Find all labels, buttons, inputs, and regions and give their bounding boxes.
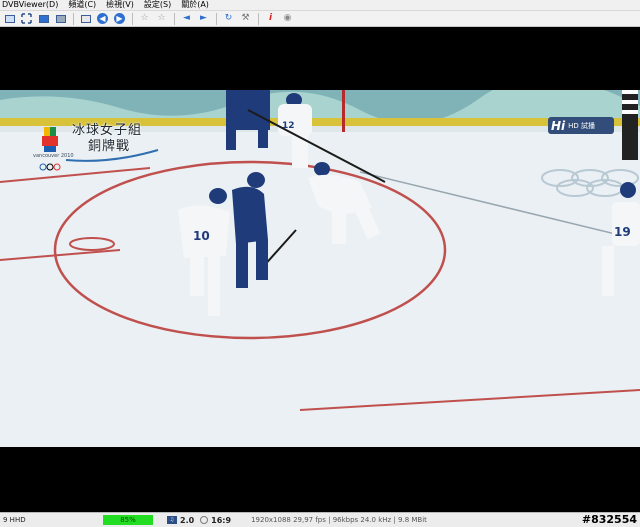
menu-about[interactable]: 關於(A) (181, 0, 209, 10)
video-area[interactable]: 10 19 12 冰球女子組 銅牌戰 vancouver 2010 Hi HD … (0, 27, 640, 512)
dvbviewer-window: DVBViewer(D) 頻道(C) 檢視(V) 設定(S) 關於(A) ◀ ▶… (0, 0, 640, 527)
jersey-number: 12 (282, 121, 295, 131)
audio-channels: 2.0 (180, 515, 195, 525)
tools-icon[interactable]: ⚒ (239, 12, 252, 25)
audio-icon: ♫ (167, 516, 177, 524)
toolbar: ◀ ▶ ☆ ☆ ◄ ► ↻ ⚒ i ◉ (0, 11, 640, 27)
video-frame: 10 19 12 冰球女子組 銅牌戰 vancouver 2010 Hi HD … (0, 90, 640, 447)
menu-settings[interactable]: 設定(S) (144, 0, 171, 10)
toolbar-separator (258, 12, 259, 25)
menu-bar: DVBViewer(D) 頻道(C) 檢視(V) 設定(S) 關於(A) (0, 0, 640, 11)
menu-dvbviewer[interactable]: DVBViewer(D) (2, 0, 58, 10)
volume-up-icon[interactable]: ► (197, 12, 210, 25)
aspect-indicator: 16:9 (200, 516, 231, 525)
channel-logo-sub: HD 試播 (568, 121, 596, 130)
menu-channel[interactable]: 頻道(C) (68, 0, 96, 10)
fullscreen-icon[interactable] (20, 12, 33, 25)
window-mode-icon[interactable] (3, 12, 16, 25)
toolbar-separator (132, 12, 133, 25)
image-tag: #832554 (581, 513, 637, 526)
aspect-ratio: 16:9 (211, 515, 232, 525)
channel-logo-main: Hi (551, 118, 566, 133)
next-channel-icon[interactable]: ▶ (113, 12, 126, 25)
toolbar-separator (73, 12, 74, 25)
toolbar-separator (216, 12, 217, 25)
broadcast-caption: 冰球女子組 銅牌戰 (72, 123, 142, 155)
stream-info: 1920x1088 29,97 fps | 96kbps 24.0 kHz | … (251, 516, 427, 524)
record-icon[interactable]: ◉ (281, 12, 294, 25)
volume-down-icon[interactable]: ◄ (180, 12, 193, 25)
jersey-number: 19 (614, 225, 631, 239)
caption-line1: 冰球女子組 (72, 123, 143, 138)
status-bar: 9 HHD 85% ♫ 2.0 16:9 1920x1088 29,97 fps… (0, 512, 640, 527)
referee (622, 90, 638, 160)
channel-logo: Hi HD 試播 (548, 117, 614, 134)
refresh-icon[interactable]: ↻ (222, 12, 235, 25)
caption-line2: 銅牌戰 (88, 139, 131, 154)
jersey-number: 10 (193, 229, 210, 243)
aspect-icon (200, 516, 209, 524)
favorite-star-icon[interactable]: ☆ (138, 12, 151, 25)
info-icon[interactable]: i (264, 12, 277, 25)
desktop-mode-icon[interactable] (37, 12, 50, 25)
olympic-logo-text: vancouver 2010 (33, 153, 74, 159)
favorite-star-outline-icon[interactable]: ☆ (155, 12, 168, 25)
toolbar-separator (174, 12, 175, 25)
osd-icon[interactable] (79, 12, 92, 25)
signal-strength-bar: 85% (103, 515, 153, 525)
audio-indicator: ♫ 2.0 (167, 516, 194, 525)
goal-post (342, 90, 345, 132)
status-channel: 9 HHD (3, 516, 26, 524)
previous-channel-icon[interactable]: ◀ (96, 12, 109, 25)
video-frame-icon[interactable] (54, 12, 67, 25)
menu-view[interactable]: 檢視(V) (106, 0, 134, 10)
